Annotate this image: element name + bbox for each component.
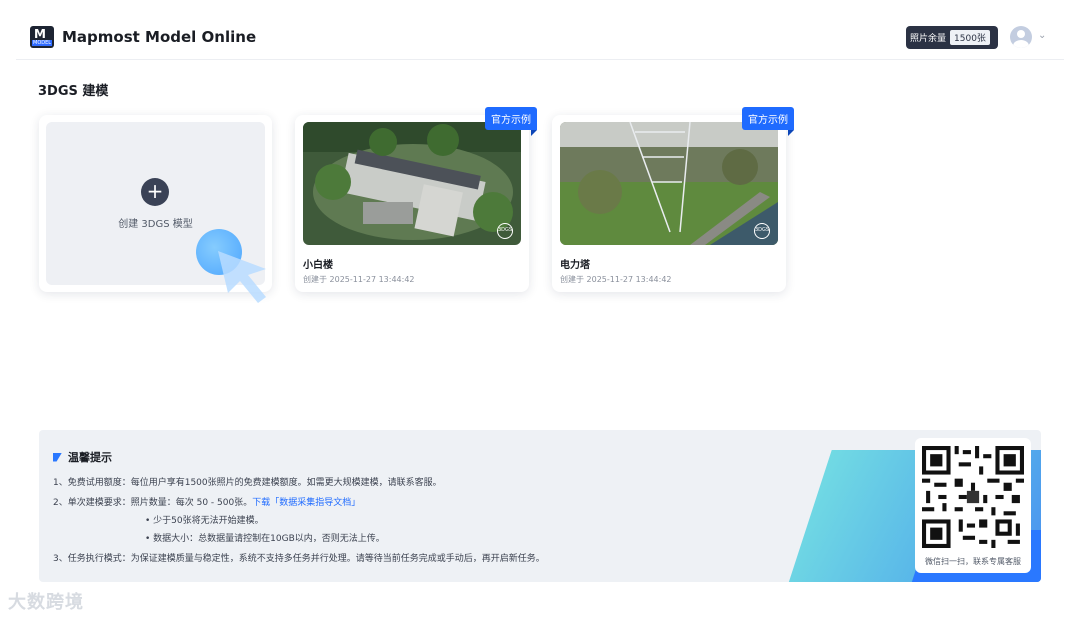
download-guide-link[interactable]: 下载「数据采集指导文档」 (252, 498, 360, 508)
tips-title-text: 温馨提示 (68, 451, 112, 464)
header-divider (16, 59, 1064, 60)
model-thumbnail[interactable]: 3DGS (303, 122, 521, 245)
quota-label: 照片余量 (910, 34, 947, 44)
cursor-arrow-icon (218, 251, 266, 303)
3dgs-icon: 3DGS (497, 223, 513, 239)
app-logo[interactable]: M MODEL (30, 26, 54, 48)
tip-sub-2: • 数据大小：总数据量请控制在10GB以内，否则无法上传。 (145, 534, 385, 544)
tip-sub-1: • 少于50张将无法开始建模。 (145, 516, 264, 526)
model-created-date: 创建于 2025-11-27 13:44:42 (303, 275, 415, 284)
quota-value: 1500张 (950, 30, 990, 45)
user-avatar-icon[interactable] (1010, 26, 1032, 48)
photo-quota-badge: 照片余量 1500张 (906, 26, 998, 49)
qr-code-icon (922, 446, 1024, 548)
official-example-badge: 官方示例 (485, 107, 537, 136)
model-name: 电力塔 (560, 260, 590, 271)
section-title: 3DGS 建模 (38, 84, 109, 99)
header: M MODEL Mapmost Model Online 照片余量 1500张 … (0, 0, 1080, 60)
tip-line-2: 2、单次建模要求：照片数量：每次 50 - 500张。下载「数据采集指导文档」 (53, 495, 360, 508)
qr-code-card: 微信扫一扫，联系专属客服 (915, 438, 1031, 573)
flag-icon (53, 452, 62, 462)
qr-caption: 微信扫一扫，联系专属客服 (925, 557, 1021, 566)
tip-line-3: 3、任务执行模式：为保证建模质量与稳定性，系统不支持多任务并行处理。请等待当前任… (53, 554, 545, 564)
app-title: Mapmost Model Online (62, 28, 257, 46)
model-thumbnail[interactable]: 3DGS (560, 122, 778, 245)
model-card[interactable]: 3DGS 官方示例 电力塔 创建于 2025-11-27 13:44:42 (552, 107, 794, 292)
create-model-area[interactable]: + 创建 3DGS 模型 (46, 122, 266, 303)
create-model-label: 创建 3DGS 模型 (118, 219, 193, 230)
tips-title: 温馨提示 (53, 449, 112, 465)
model-created-date: 创建于 2025-11-27 13:44:42 (560, 275, 672, 284)
tips-panel: 温馨提示 1、免费试用额度：每位用户享有1500张照片的免费建模额度。如需更大规… (39, 430, 1041, 582)
logo-subtext: MODEL (32, 40, 53, 46)
official-example-badge: 官方示例 (742, 107, 794, 136)
chevron-down-icon[interactable]: ⌄ (1038, 30, 1046, 41)
watermark: 大数跨境 (8, 592, 84, 613)
model-card[interactable]: 3DGS 官方示例 小白楼 创建于 2025-11-27 13:44:42 (295, 107, 537, 292)
plus-icon[interactable]: + (141, 178, 169, 206)
model-name: 小白楼 (303, 260, 333, 271)
logo-letter: M (34, 27, 46, 41)
tip-line-1: 1、免费试用额度：每位用户享有1500张照片的免费建模额度。如需更大规模建模，请… (53, 478, 442, 488)
3dgs-icon: 3DGS (754, 223, 770, 239)
tip-line-2-text: 2、单次建模要求：照片数量：每次 50 - 500张。 (53, 498, 253, 508)
create-model-card[interactable]: + 创建 3DGS 模型 (39, 115, 272, 303)
